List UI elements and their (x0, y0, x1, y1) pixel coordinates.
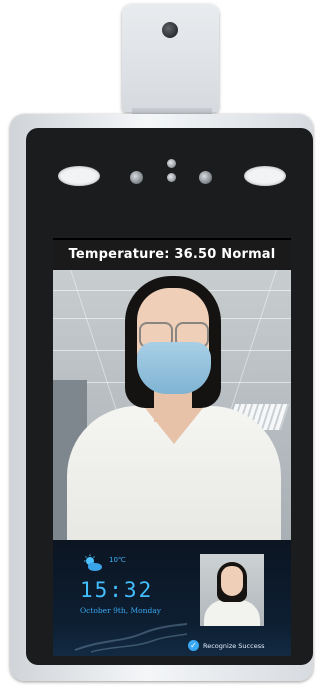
check-circle-icon: ✓ (188, 640, 199, 651)
capture-thumbnail (200, 554, 264, 626)
right-sensor-window (244, 166, 286, 186)
camera-lens-icon (162, 22, 178, 38)
left-ir-led-icon (130, 171, 143, 184)
camera-view (53, 270, 291, 540)
info-panel: 10℃ 15:32 October 9th, Monday ✓ Recogniz… (53, 540, 291, 656)
clock-time: 15:32 (80, 578, 154, 602)
top-sensor-icon (167, 159, 176, 168)
bottom-sensor-icon (167, 173, 176, 182)
clock-date: October 9th, Monday (80, 606, 162, 615)
device-screen: Temperature: 36.50 Normal 10℃ 15:32 Octo… (53, 238, 291, 656)
recognition-status: ✓ Recognize Success (188, 640, 264, 651)
recognition-status-text: Recognize Success (203, 641, 265, 650)
camera-module (122, 4, 219, 112)
temperature-banner: Temperature: 36.50 Normal (53, 240, 291, 270)
thumbnail-shirt (204, 600, 260, 626)
hand-graphic-icon (74, 623, 188, 653)
thumbnail-face (221, 566, 243, 596)
cloud-sun-icon (84, 554, 102, 571)
face-mask (137, 342, 211, 394)
left-sensor-window (58, 166, 100, 186)
weather-temperature: 10℃ (109, 556, 126, 564)
right-ir-led-icon (199, 171, 212, 184)
